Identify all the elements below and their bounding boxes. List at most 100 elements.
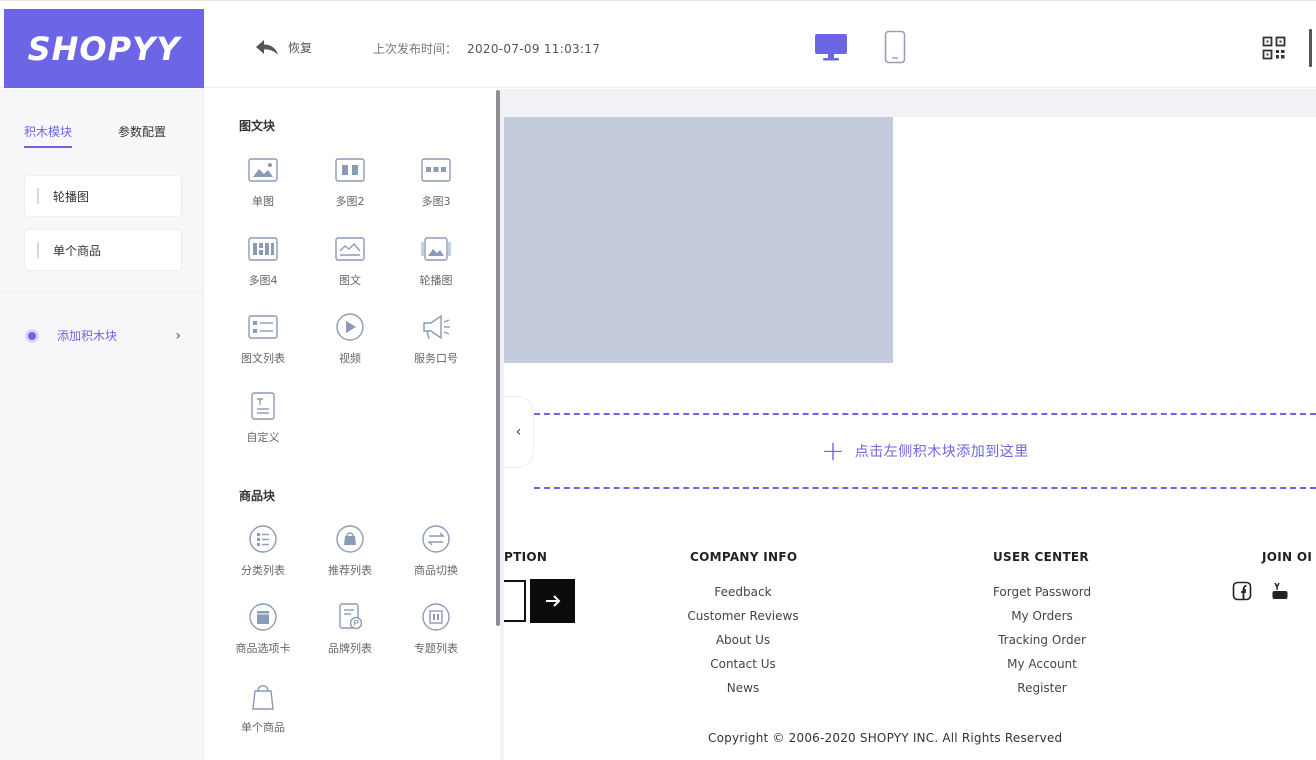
widget-image-text-list[interactable]: 图文列表 xyxy=(223,312,303,366)
footer-link-forget-password[interactable]: Forget Password xyxy=(993,585,1091,599)
tab-settings[interactable]: 参数配置 xyxy=(118,123,166,148)
section-title-image-text: 图文块 xyxy=(239,119,276,133)
undo-label: 恢复 xyxy=(288,40,313,55)
facebook-link[interactable] xyxy=(1232,581,1252,605)
footer-link-my-orders[interactable]: My Orders xyxy=(1011,609,1073,623)
widget-label: 商品切换 xyxy=(414,564,458,577)
add-block-label: 添加积木块 xyxy=(57,329,118,343)
recommend-bag-icon xyxy=(336,525,364,553)
footer-user-center-heading: USER CENTER xyxy=(993,550,1089,564)
shopyy-logo[interactable]: SHOPYY xyxy=(4,9,204,88)
widget-carousel[interactable]: 轮播图 xyxy=(396,234,476,288)
desktop-monitor-icon xyxy=(815,34,847,61)
section-title-product: 商品块 xyxy=(239,489,276,503)
subscribe-button[interactable] xyxy=(530,579,575,623)
widget-label: 商品选项卡 xyxy=(235,642,291,655)
facebook-icon xyxy=(1232,581,1252,601)
qr-code-button[interactable] xyxy=(1262,36,1286,64)
arrow-right-icon xyxy=(545,595,560,607)
widget-recommend-list[interactable]: 推荐列表 xyxy=(310,524,390,578)
footer-subscription-heading: PTION xyxy=(504,550,548,564)
sidebar-block-label: 单个商品 xyxy=(53,243,102,258)
drop-zone-label: 点击左侧积木块添加到这里 xyxy=(854,444,1029,460)
footer-link-feedback[interactable]: Feedback xyxy=(714,585,771,599)
footer-link-customer-reviews[interactable]: Customer Reviews xyxy=(687,609,798,623)
category-list-icon xyxy=(249,525,277,553)
widget-custom[interactable]: 自定义 xyxy=(223,391,303,445)
top-toolbar: SHOPYY 恢复 上次发布时间： 2020-07-09 11:03:17 xyxy=(0,0,1316,88)
sidebar-tabs: 积木模块 参数配置 xyxy=(24,123,166,148)
widget-product-tabs[interactable]: 商品选项卡 xyxy=(223,602,303,656)
widget-single-image[interactable]: 单图 xyxy=(223,155,303,209)
widget-service-slogan[interactable]: 服务口号 xyxy=(396,312,476,366)
carousel-icon xyxy=(421,237,451,261)
widget-label: 图文 xyxy=(339,274,361,287)
footer-link-contact-us[interactable]: Contact Us xyxy=(710,657,776,671)
last-publish-time: 2020-07-09 11:03:17 xyxy=(467,42,601,56)
widget-label: 品牌列表 xyxy=(328,642,372,655)
multi-image-4-icon xyxy=(248,237,278,261)
widget-label: 多图2 xyxy=(335,195,365,208)
video-play-icon xyxy=(336,313,364,341)
custom-text-icon xyxy=(251,392,275,420)
widget-brand-list[interactable]: 品牌列表 xyxy=(310,602,390,656)
topic-list-icon xyxy=(422,603,450,631)
banner-image-placeholder[interactable] xyxy=(504,117,893,363)
widget-label: 视频 xyxy=(339,352,361,365)
footer-link-about-us[interactable]: About Us xyxy=(716,633,770,647)
block-drop-zone[interactable]: + 点击左侧积木块添加到这里 xyxy=(534,413,1316,489)
footer-copyright: Copyright © 2006-2020 SHOPYY INC. All Ri… xyxy=(708,731,1063,745)
switch-arrows-icon xyxy=(422,525,450,553)
widget-multi-image-2[interactable]: 多图2 xyxy=(310,155,390,209)
widget-label: 多图3 xyxy=(421,195,451,208)
brand-list-icon xyxy=(339,603,363,630)
last-publish-label: 上次发布时间： xyxy=(373,42,458,56)
widget-product-switch[interactable]: 商品切换 xyxy=(396,524,476,578)
widget-label: 图文列表 xyxy=(241,352,285,365)
widget-category-list[interactable]: 分类列表 xyxy=(223,524,303,578)
last-publish-info: 上次发布时间： 2020-07-09 11:03:17 xyxy=(373,40,600,57)
image-text-list-icon xyxy=(248,315,278,339)
widget-image-text[interactable]: 图文 xyxy=(310,234,390,288)
widget-label: 分类列表 xyxy=(241,564,285,577)
multi-image-3-icon xyxy=(421,158,451,182)
footer-link-my-account[interactable]: My Account xyxy=(1007,657,1077,671)
sidebar-block-label: 轮播图 xyxy=(53,189,90,204)
image-text-icon xyxy=(335,237,365,261)
footer-link-register[interactable]: Register xyxy=(1017,681,1066,695)
widget-topic-list[interactable]: 专题列表 xyxy=(396,602,476,656)
youtube-link[interactable] xyxy=(1271,581,1289,605)
footer-link-tracking-order[interactable]: Tracking Order xyxy=(998,633,1086,647)
collapse-palette-button[interactable]: ‹ xyxy=(504,396,534,468)
widget-label: 多图4 xyxy=(248,274,278,287)
desktop-preview-button[interactable] xyxy=(814,32,848,66)
megaphone-icon xyxy=(423,314,450,340)
widget-label: 单图 xyxy=(252,195,274,208)
youtube-icon xyxy=(1272,582,1288,599)
toolbar-edge-divider xyxy=(1309,29,1312,67)
sidebar-block-carousel[interactable]: 轮播图 xyxy=(24,175,182,217)
widget-label: 推荐列表 xyxy=(328,564,372,577)
product-tabs-icon xyxy=(249,603,277,631)
undo-button[interactable]: 恢复 xyxy=(254,37,312,57)
footer-company-info-heading: COMPANY INFO xyxy=(690,550,798,564)
multi-image-2-icon xyxy=(335,158,365,182)
radio-dot-icon xyxy=(25,328,39,343)
footer-join-heading: JOIN OI xyxy=(1262,550,1313,564)
block-sidebar: 积木模块 参数配置 轮播图 单个商品 添加积木块 › xyxy=(0,89,204,760)
undo-arrow-icon xyxy=(256,40,278,55)
widget-label: 服务口号 xyxy=(414,352,458,365)
widget-label: 专题列表 xyxy=(414,642,458,655)
chevron-right-icon: › xyxy=(175,327,181,344)
widget-video[interactable]: 视频 xyxy=(310,312,390,366)
logo-text: SHOPYY xyxy=(27,29,181,68)
mobile-preview-button[interactable] xyxy=(884,30,906,68)
add-block-button[interactable]: 添加积木块 › xyxy=(25,327,185,344)
sidebar-block-single-product[interactable]: 单个商品 xyxy=(24,229,182,271)
subscription-email-input[interactable] xyxy=(504,580,526,622)
footer-link-news[interactable]: News xyxy=(727,681,759,695)
tab-blocks[interactable]: 积木模块 xyxy=(24,123,73,148)
widget-multi-image-4[interactable]: 多图4 xyxy=(223,234,303,288)
widget-multi-image-3[interactable]: 多图3 xyxy=(396,155,476,209)
widget-single-product[interactable]: 单个商品 xyxy=(223,681,303,735)
